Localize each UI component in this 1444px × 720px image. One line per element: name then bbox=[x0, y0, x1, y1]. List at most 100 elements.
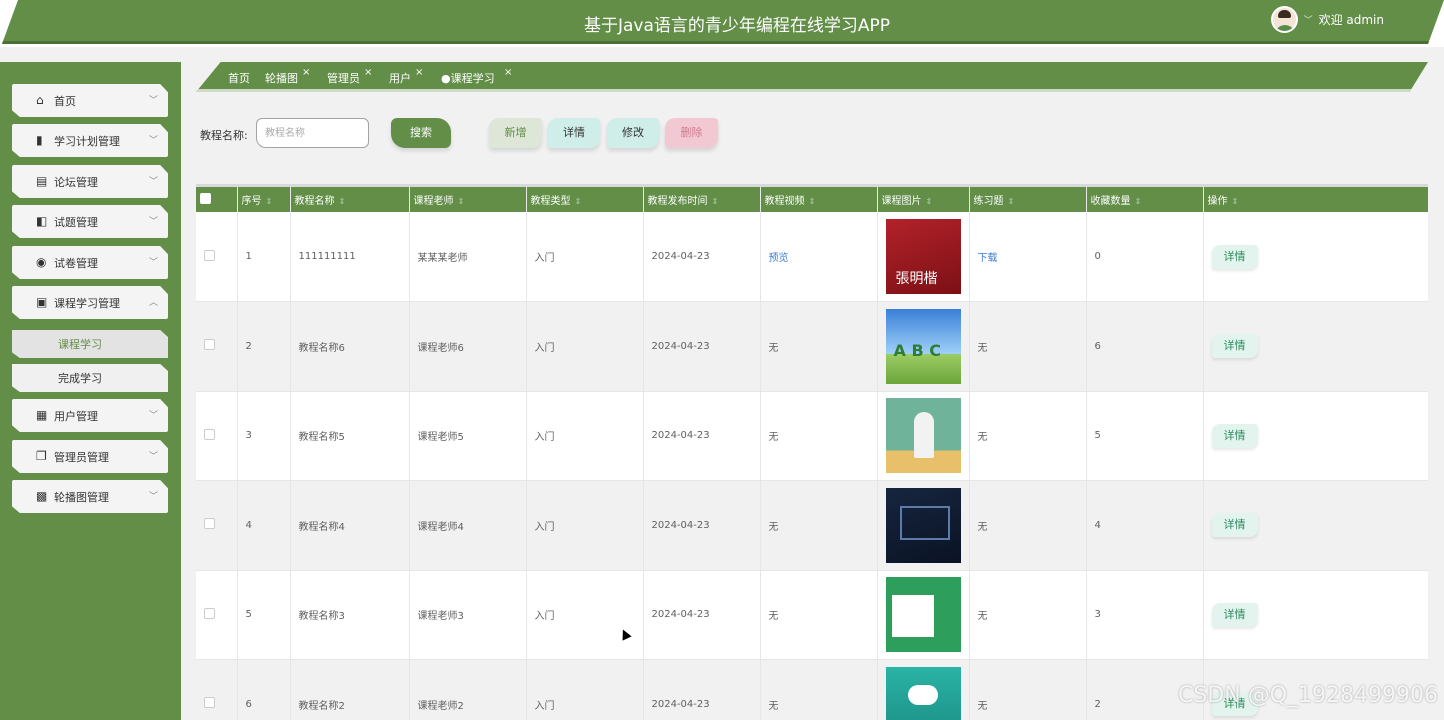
sidebar-item[interactable]: ◧ 试题管理 ﹀ bbox=[12, 205, 168, 238]
row-checkbox[interactable] bbox=[196, 212, 238, 302]
col-header-exercise[interactable]: 练习题 ⇕ bbox=[969, 187, 1087, 212]
close-icon[interactable]: × bbox=[302, 67, 310, 78]
chevron-down-icon: ﹀ bbox=[148, 217, 158, 227]
cell-name: 教程名称4 bbox=[290, 480, 410, 571]
sidebar-item[interactable]: ▤ 论坛管理 ﹀ bbox=[12, 165, 168, 198]
search-label: 教程名称: bbox=[200, 129, 248, 142]
row-checkbox[interactable] bbox=[196, 391, 238, 481]
book-icon: ▦ bbox=[36, 408, 48, 422]
video-preview-link[interactable]: 预览 bbox=[769, 253, 789, 264]
cell-image[interactable] bbox=[877, 212, 970, 302]
row-checkbox[interactable] bbox=[196, 659, 238, 720]
row-checkbox[interactable] bbox=[196, 570, 238, 660]
col-header-image[interactable]: 课程图片 ⇕ bbox=[877, 187, 970, 212]
close-icon[interactable]: × bbox=[415, 67, 423, 78]
row-detail-button[interactable]: 详情 bbox=[1211, 244, 1258, 269]
cell-image[interactable] bbox=[877, 480, 970, 571]
cell-date: 2024-04-23 bbox=[643, 659, 761, 720]
tab-item[interactable]: ●课程学习 bbox=[441, 70, 495, 86]
cell-op[interactable]: 详情 bbox=[1203, 570, 1428, 660]
cell-image[interactable] bbox=[877, 659, 970, 720]
cell-name: 教程名称6 bbox=[290, 301, 410, 392]
col-header-video[interactable]: 教程视频 ⇕ bbox=[760, 187, 878, 212]
sort-icon: ⇕ bbox=[808, 197, 816, 206]
select-all-checkbox[interactable] bbox=[196, 187, 238, 212]
avatar-icon[interactable] bbox=[1270, 6, 1298, 33]
checkbox[interactable] bbox=[204, 607, 215, 619]
col-header-teacher[interactable]: 课程老师 ⇕ bbox=[409, 187, 527, 212]
close-icon[interactable]: × bbox=[364, 67, 372, 78]
delete-button[interactable]: 删除 bbox=[665, 118, 718, 148]
video-none: 无 bbox=[768, 700, 779, 712]
course-thumbnail[interactable] bbox=[885, 219, 961, 294]
cell-date: 2024-04-23 bbox=[643, 301, 761, 392]
tab-item[interactable]: 轮播图 bbox=[265, 70, 298, 86]
cell-op[interactable]: 详情 bbox=[1203, 212, 1428, 302]
tab-item[interactable]: 用户 bbox=[389, 70, 411, 86]
sidebar-item[interactable]: ▣ 课程学习管理 ︿ bbox=[12, 286, 168, 319]
close-icon[interactable]: × bbox=[504, 67, 512, 78]
row-checkbox[interactable] bbox=[196, 301, 238, 392]
cell-op[interactable]: 详情 bbox=[1203, 301, 1428, 392]
tab-item[interactable]: 管理员 bbox=[327, 70, 360, 86]
cell-image[interactable] bbox=[877, 570, 970, 660]
sidebar-item-label: 课程学习管理 bbox=[54, 296, 120, 310]
col-header-no[interactable]: 序号 ⇕ bbox=[237, 187, 291, 212]
search-input[interactable] bbox=[256, 118, 369, 148]
row-detail-button[interactable]: 详情 bbox=[1211, 602, 1258, 627]
cell-op[interactable]: 详情 bbox=[1203, 391, 1428, 481]
col-header-date[interactable]: 教程发布时间 ⇕ bbox=[643, 187, 761, 212]
chevron-down-icon: ﹀ bbox=[148, 492, 158, 502]
sidebar-item[interactable]: ◉ 试卷管理 ﹀ bbox=[12, 246, 168, 279]
app-title: 基于Java语言的青少年编程在线学习APP bbox=[583, 16, 891, 36]
col-header-favorites[interactable]: 收藏数量 ⇕ bbox=[1086, 187, 1204, 212]
exercise-none: 无 bbox=[977, 521, 988, 533]
sidebar-item-label: 管理员管理 bbox=[54, 450, 109, 464]
sidebar-item[interactable]: ▩ 轮播图管理 ﹀ bbox=[12, 480, 168, 513]
sidebar-subitem[interactable]: 完成学习 bbox=[12, 364, 168, 392]
col-header-name[interactable]: 教程名称 ⇕ bbox=[290, 187, 410, 212]
course-thumbnail[interactable] bbox=[885, 308, 961, 384]
col-header-op[interactable]: 操作 ⇕ bbox=[1203, 187, 1428, 212]
chevron-down-icon[interactable]: ﹀ bbox=[1304, 13, 1313, 26]
row-checkbox[interactable] bbox=[196, 480, 238, 571]
cell-image[interactable] bbox=[877, 301, 970, 392]
checkbox[interactable] bbox=[204, 249, 215, 261]
sidebar-item-label: 论坛管理 bbox=[54, 175, 98, 189]
row-detail-button[interactable]: 详情 bbox=[1211, 334, 1258, 359]
course-thumbnail[interactable] bbox=[885, 577, 961, 653]
server-icon: ▤ bbox=[36, 174, 48, 188]
user-menu[interactable]: ﹀ 欢迎 admin bbox=[1270, 6, 1384, 33]
edit-button[interactable]: 修改 bbox=[607, 118, 659, 148]
sidebar-item[interactable]: ▦ 用户管理 ﹀ bbox=[12, 399, 168, 432]
grid-icon: ▩ bbox=[36, 489, 48, 503]
col-header-type[interactable]: 教程类型 ⇕ bbox=[526, 187, 644, 212]
add-button[interactable]: 新增 bbox=[489, 118, 542, 148]
checkbox[interactable] bbox=[204, 697, 215, 709]
checkbox[interactable] bbox=[204, 428, 215, 440]
checkbox[interactable] bbox=[204, 518, 215, 530]
sidebar-item[interactable]: ❐ 管理员管理 ﹀ bbox=[12, 440, 168, 473]
course-thumbnail[interactable] bbox=[885, 487, 961, 563]
course-thumbnail[interactable] bbox=[885, 398, 961, 474]
tab-item[interactable]: 首页 bbox=[228, 70, 250, 86]
cell-favorites: 6 bbox=[1086, 301, 1204, 392]
sidebar-item[interactable]: ⌂ 首页 ﹀ bbox=[12, 84, 168, 117]
cell-image[interactable] bbox=[877, 391, 970, 481]
checkbox[interactable] bbox=[204, 339, 215, 351]
detail-button[interactable]: 详情 bbox=[548, 118, 600, 148]
cell-video[interactable]: 预览 bbox=[760, 212, 878, 302]
row-detail-button[interactable]: 详情 bbox=[1211, 513, 1258, 538]
row-detail-button[interactable]: 详情 bbox=[1211, 423, 1258, 448]
cell-exercise[interactable]: 下载 bbox=[969, 212, 1087, 302]
cell-teacher: 课程老师4 bbox=[409, 480, 527, 571]
cell-op[interactable]: 详情 bbox=[1203, 480, 1428, 571]
course-thumbnail[interactable] bbox=[885, 666, 961, 720]
sidebar-item[interactable]: ▮ 学习计划管理 ﹀ bbox=[12, 124, 168, 157]
sidebar-item-label: 试卷管理 bbox=[54, 256, 98, 270]
sort-icon: ⇕ bbox=[711, 197, 719, 206]
sidebar-subitem[interactable]: 课程学习 bbox=[12, 330, 168, 358]
cell-exercise: 无 bbox=[969, 301, 1087, 392]
search-button[interactable]: 搜索 bbox=[391, 118, 451, 148]
exercise-download-link[interactable]: 下载 bbox=[978, 253, 998, 264]
